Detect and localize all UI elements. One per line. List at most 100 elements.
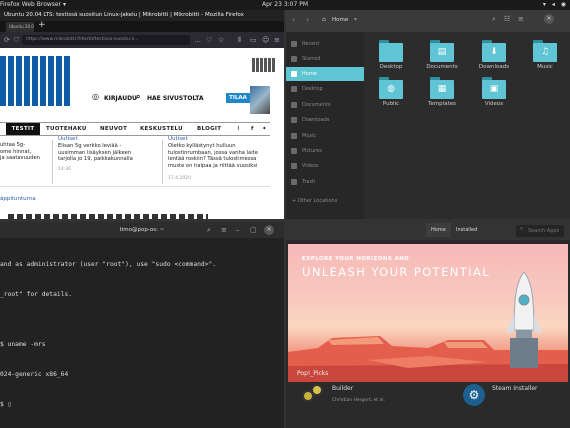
terminal-header: timo@pop-os: ~ ⌕ ≡ – ▢ × (0, 222, 284, 238)
featured-banner[interactable]: EXPLORE YOUR HORIZONS AND UNLEASH YOUR P… (288, 244, 568, 382)
search-icon[interactable]: ⌕ (136, 92, 140, 102)
sidebar-item-starred[interactable]: Starred (286, 52, 364, 66)
terminal-output[interactable]: and as administrator (user "root"), use … (0, 240, 284, 428)
download-icon (291, 117, 297, 123)
login-link[interactable]: KIRJAUDU (104, 95, 137, 102)
shield-icon[interactable]: ⛉ (14, 32, 19, 48)
minimize-icon[interactable]: – (236, 222, 240, 238)
twitter-icon[interactable]: ✦ (262, 123, 267, 135)
reload-icon[interactable]: ⟳ (4, 32, 10, 48)
close-icon[interactable]: × (544, 14, 554, 24)
system-tray[interactable]: ▾ ◂ ◉ (543, 0, 568, 10)
files-window: ‹ › ⌂ Home ▾ ⌕ ☷ ≡ × Recent Starred Home… (286, 10, 570, 219)
search-icon[interactable]: ⌕ (207, 222, 211, 238)
banner-title: UNLEASH YOUR POTENTIAL (302, 265, 491, 279)
menu-tuotehaku[interactable]: TUOTEHAKU (46, 123, 87, 135)
shop-header: Home Installed Search Apps ⌕ (286, 222, 570, 240)
site-logo[interactable] (0, 56, 72, 106)
sidebar-icon[interactable]: ▭ (250, 32, 257, 48)
menu-icon[interactable]: ≡ (274, 32, 280, 48)
pocket-icon[interactable]: ♡ (206, 32, 212, 48)
browser-tab[interactable]: Ubuntu 20.04 LTS: testissä suos... (6, 22, 34, 32)
article-tag[interactable]: Uutiset (168, 136, 188, 142)
maximize-icon[interactable]: ▢ (250, 222, 257, 238)
bookmark-icon[interactable]: ☆ (218, 32, 224, 48)
account-icon[interactable]: ☺ (262, 32, 269, 48)
sidebar-item-desktop[interactable]: Desktop (286, 82, 364, 96)
app-name[interactable]: Builder (332, 385, 353, 392)
folder-downloads-icon[interactable]: ⬇ (482, 40, 506, 62)
nav-bar: ⟳ ⛉ https://www.mikrobitti.fi/testit/tes… (0, 32, 284, 48)
magazine-cover[interactable] (250, 86, 270, 114)
library-icon[interactable]: ⫴ (238, 32, 241, 48)
user-icon[interactable]: ◎ (92, 92, 99, 101)
folder-label: Desktop (379, 64, 403, 70)
subscribe-button[interactable]: TILAA (226, 93, 250, 103)
folder-label: Downloads (478, 64, 510, 70)
search-icon: ⌕ (520, 225, 524, 232)
menu-icon[interactable]: ≡ (221, 222, 227, 238)
sidebar-item-trash[interactable]: Trash (286, 175, 364, 189)
sidebar-item-other-locations[interactable]: + Other Locations (286, 194, 364, 208)
tab-home[interactable]: Home (426, 223, 451, 237)
menu-blogit[interactable]: BLOGIT (197, 123, 221, 135)
sidebar-item-videos[interactable]: Videos (286, 159, 364, 173)
site-search-link[interactable]: HAE SIVUSTOLTA (147, 95, 204, 102)
app-author: Christian Hergert, et al. (332, 398, 385, 403)
menu-icon[interactable]: ≡ (518, 15, 524, 23)
home-icon[interactable]: ⌂ (322, 16, 326, 23)
clock-icon (291, 41, 297, 47)
folder-desktop-icon[interactable] (379, 40, 403, 62)
section-title: Pop!_Picks (297, 370, 329, 377)
steam-icon[interactable]: ⚙ (463, 384, 485, 406)
forward-icon[interactable]: › (306, 15, 309, 24)
pop-shop-window: Home Installed Search Apps ⌕ EXPLORE YOU… (286, 222, 570, 428)
clock[interactable]: Apr 23 3:07 PM (262, 0, 308, 10)
terminal-window: timo@pop-os: ~ ⌕ ≡ – ▢ × and as administ… (0, 222, 284, 428)
rss-icon[interactable]: ⌇ (237, 123, 240, 135)
search-icon[interactable]: ⌕ (492, 15, 496, 24)
sidebar-item-downloads[interactable]: Downloads (286, 113, 364, 127)
folder-label: Music (537, 64, 553, 70)
menu-keskustelu[interactable]: KESKUSTELU (140, 123, 183, 135)
facebook-icon[interactable]: f (251, 123, 254, 135)
picture-icon (291, 148, 297, 154)
view-toggle-icon[interactable]: ☷ (504, 15, 510, 23)
home-icon (291, 71, 297, 77)
path-location[interactable]: Home (332, 17, 348, 23)
folder-music-icon[interactable]: ♫ (533, 40, 557, 62)
folder-public-icon[interactable]: ◍ (379, 77, 403, 99)
terminal-prompt[interactable]: $ ▯ (0, 400, 284, 410)
files-header: ‹ › ⌂ Home ▾ ⌕ ☷ ≡ × (286, 10, 570, 32)
article-link[interactable]: äppitunturna (0, 196, 36, 202)
sidebar-item-home[interactable]: Home (286, 67, 364, 81)
builder-app-icon[interactable] (302, 384, 324, 406)
article-snippet[interactable]: Oletko kyllästynyt hulluun tulostinrumba… (168, 143, 283, 169)
sidebar-item-music[interactable]: Music (286, 129, 364, 143)
folder-templates-icon[interactable]: ▦ (430, 77, 454, 99)
desktop-icon (291, 86, 297, 92)
menu-neuvot[interactable]: NEUVOT (100, 123, 127, 135)
folder-videos-icon[interactable]: ▣ (482, 77, 506, 99)
top-bar: Firefox Web Browser ▾ Apr 23 3:07 PM ▾ ◂… (0, 0, 570, 10)
article-snippet[interactable]: uhtaa 5g- ome hinnat, ja saatavuuden (0, 142, 60, 162)
back-icon[interactable]: ‹ (292, 15, 295, 24)
article-tag[interactable]: Uutiset (58, 136, 78, 142)
divider (0, 186, 270, 187)
menu-testit[interactable]: TESTIT (6, 123, 40, 135)
folder-documents-icon[interactable]: ▤ (430, 40, 454, 62)
app-menu[interactable]: Firefox Web Browser ▾ (0, 0, 66, 10)
url-bar[interactable]: https://www.mikrobitti.fi/testit/testiss… (22, 35, 190, 45)
sidebar-item-recent[interactable]: Recent (286, 37, 364, 51)
terminal-title: timo@pop-os: ~ (119, 227, 165, 233)
tab-installed[interactable]: Installed (451, 223, 482, 237)
more-icon[interactable]: … (194, 32, 201, 48)
sidebar-item-pictures[interactable]: Pictures (286, 144, 364, 158)
chevron-down-icon[interactable]: ▾ (354, 16, 357, 23)
article-time: 17.4.2020 (168, 176, 191, 181)
new-tab-icon[interactable]: + (38, 20, 46, 31)
close-icon[interactable]: × (264, 225, 274, 235)
sidebar-item-documents[interactable]: Documents (286, 98, 364, 112)
article-snippet[interactable]: Elisan 5g verkko leviää - uusimman lisäy… (58, 143, 168, 163)
app-name[interactable]: Steam Installer (492, 385, 538, 392)
